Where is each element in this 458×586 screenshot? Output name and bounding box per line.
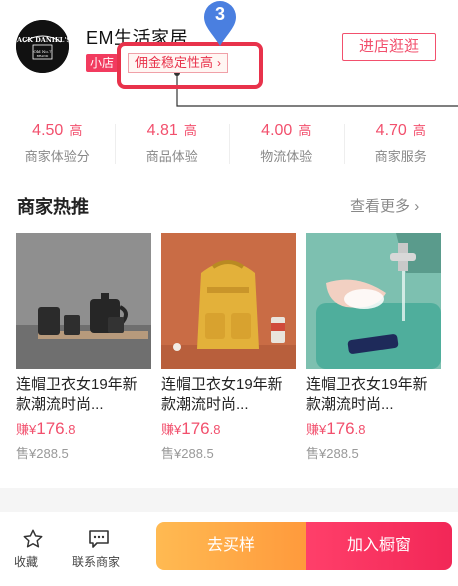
coffee-set-image-icon [16,233,151,369]
earn-prefix: 赚¥ [16,422,37,437]
earn-decimal: .8 [354,422,366,437]
enter-shop-button[interactable]: 进店逛逛 [342,33,436,61]
rating-value: 4.00 [261,122,293,139]
rating-product-experience: 4.81 高 商品体验 [114,120,230,170]
product-image-hand-wash[interactable] [306,233,441,369]
product-earn-price: 赚¥176.8 [161,419,296,439]
rating-value: 4.70 [375,122,407,139]
star-icon [23,529,43,548]
earn-prefix: 赚¥ [306,422,327,437]
favorite-label: 收藏 [14,555,39,569]
rating-logistics-experience: 4.00 高 物流体验 [229,120,344,170]
earn-amount: 176 [36,419,65,438]
product-image-backpack[interactable] [161,233,296,369]
annotation-highlight-box [117,42,263,89]
product-sale-price: 售¥288.5 [306,446,359,461]
product-card[interactable]: 连帽卫衣女19年新款潮流时尚... 赚¥176.8 售¥288.5 [16,233,151,473]
product-card[interactable]: 连帽卫衣女19年新款潮流时尚... 赚¥176.8 售¥288.5 [306,233,441,473]
svg-text:BRAND: BRAND [37,54,49,58]
contact-merchant-button[interactable] [84,528,114,555]
hand-washing-sink-image-icon [306,233,441,369]
chat-icon [89,530,109,548]
product-card[interactable]: 连帽卫衣女19年新款潮流时尚... 赚¥176.8 售¥288.5 [161,233,296,473]
rating-label: 商家体验分 [24,149,90,164]
product-title: 连帽卫衣女19年新款潮流时尚... [161,376,283,413]
rating-label: 商品体验 [145,149,198,164]
product-list: 连帽卫衣女19年新款潮流时尚... 赚¥176.8 售¥288.5 连帽卫衣女1… [16,233,446,473]
earn-prefix: 赚¥ [161,422,182,437]
product-sale-price: 售¥288.5 [16,446,69,461]
section-title: 商家热推 [17,197,89,217]
buy-sample-button[interactable]: 去买样 [156,522,306,570]
rating-label: 物流体验 [260,149,313,164]
shop-header: JACK DANIEL'S Old No.7 BRAND EM生活家居 小店 佣… [0,0,458,110]
shop-type-badge: 小店 [86,54,119,72]
rating-level: 高 [412,123,426,138]
earn-amount: 176 [181,419,210,438]
bottom-action-bar: 收藏 联系商家 去买样 加入橱窗 [0,512,458,586]
shop-ratings: 4.50 高 商家体验分 4.81 高 商品体验 4.00 高 物流体验 4.70 高 … [0,120,458,170]
shop-logo[interactable]: JACK DANIEL'S Old No.7 BRAND [16,20,69,73]
svg-text:JACK DANIEL'S: JACK DANIEL'S [16,36,69,44]
product-title: 连帽卫衣女19年新款潮流时尚... [306,376,428,413]
earn-decimal: .8 [64,422,76,437]
earn-decimal: .8 [209,422,221,437]
product-earn-price: 赚¥176.8 [16,419,151,439]
favorite-button[interactable] [18,528,48,555]
section-divider [0,488,458,512]
rating-merchant-service: 4.70 高 商家服务 [343,120,458,170]
jack-daniels-logo-icon: JACK DANIEL'S Old No.7 BRAND [16,20,69,73]
chevron-right-icon: › [414,198,420,215]
rating-level: 高 [69,123,83,138]
add-to-window-button[interactable]: 加入橱窗 [306,522,452,570]
annotation-step-number: 3 [214,4,225,24]
rating-label: 商家服务 [374,149,427,164]
earn-amount: 176 [326,419,355,438]
rating-value: 4.81 [146,122,178,139]
product-title: 连帽卫衣女19年新款潮流时尚... [16,376,138,413]
product-sale-price: 售¥288.5 [161,446,214,461]
view-more-label: 查看更多 [350,198,411,215]
product-earn-price: 赚¥176.8 [306,419,441,439]
rating-value: 4.50 [32,122,64,139]
rating-level: 高 [298,123,312,138]
rating-merchant-experience: 4.50 高 商家体验分 [0,120,115,170]
contact-merchant-label: 联系商家 [72,555,121,569]
product-image-coffee-set[interactable] [16,233,151,369]
view-more-link[interactable]: 查看更多 › [350,195,419,216]
yellow-backpack-image-icon [161,233,296,369]
rating-level: 高 [183,123,197,138]
